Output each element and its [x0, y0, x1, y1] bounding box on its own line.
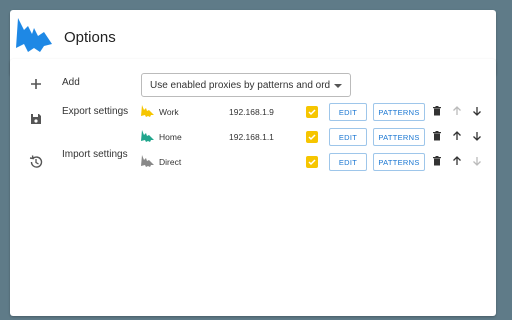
- bat-icon: [141, 155, 154, 167]
- proxy-name: Work: [159, 107, 179, 117]
- bat-icon: [141, 105, 154, 117]
- check-icon: [308, 134, 316, 141]
- proxy-enabled-checkbox[interactable]: [306, 131, 318, 143]
- arrow-down-icon[interactable]: [471, 130, 483, 142]
- arrow-up-icon[interactable]: [451, 130, 463, 142]
- bat-logo-icon: [16, 18, 52, 52]
- trash-icon[interactable]: [431, 105, 443, 117]
- sidebar-item-label: Export settings: [62, 106, 129, 117]
- check-icon: [308, 109, 316, 116]
- patterns-button[interactable]: PATTERNS: [373, 153, 425, 171]
- proxy-mode-value: Use enabled proxies by patterns and ord.…: [150, 80, 330, 91]
- arrow-up-icon[interactable]: [451, 155, 463, 167]
- page-title: Options: [64, 29, 116, 46]
- proxy-row-work: Work 192.168.1.9 EDIT PATTERNS: [141, 103, 491, 123]
- edit-button[interactable]: EDIT: [329, 103, 367, 121]
- proxy-row-direct: Direct EDIT PATTERNS: [141, 153, 491, 173]
- arrow-down-icon[interactable]: [471, 155, 483, 167]
- proxy-enabled-checkbox[interactable]: [306, 106, 318, 118]
- proxy-row-home: Home 192.168.1.1 EDIT PATTERNS: [141, 128, 491, 148]
- trash-icon[interactable]: [431, 130, 443, 142]
- main-panel: Add Export settings Import settings Use …: [10, 59, 496, 316]
- edit-button[interactable]: EDIT: [329, 128, 367, 146]
- arrow-up-icon[interactable]: [451, 105, 463, 117]
- proxy-name: Home: [159, 132, 182, 142]
- trash-icon[interactable]: [431, 155, 443, 167]
- patterns-button[interactable]: PATTERNS: [373, 103, 425, 121]
- plus-icon: [31, 79, 41, 89]
- patterns-button[interactable]: PATTERNS: [373, 128, 425, 146]
- history-icon: [29, 155, 43, 168]
- check-icon: [308, 159, 316, 166]
- proxy-address: 192.168.1.1: [229, 132, 274, 142]
- sidebar-item-label: Import settings: [62, 149, 128, 160]
- proxy-enabled-checkbox[interactable]: [306, 156, 318, 168]
- proxy-address: 192.168.1.9: [229, 107, 274, 117]
- chevron-down-icon: [334, 84, 342, 88]
- proxy-mode-select[interactable]: Use enabled proxies by patterns and ord.…: [141, 73, 351, 97]
- edit-button[interactable]: EDIT: [329, 153, 367, 171]
- sidebar-item-label: Add: [62, 77, 80, 88]
- save-icon: [31, 114, 41, 124]
- bat-icon: [141, 130, 154, 142]
- proxy-name: Direct: [159, 157, 182, 167]
- arrow-down-icon[interactable]: [471, 105, 483, 117]
